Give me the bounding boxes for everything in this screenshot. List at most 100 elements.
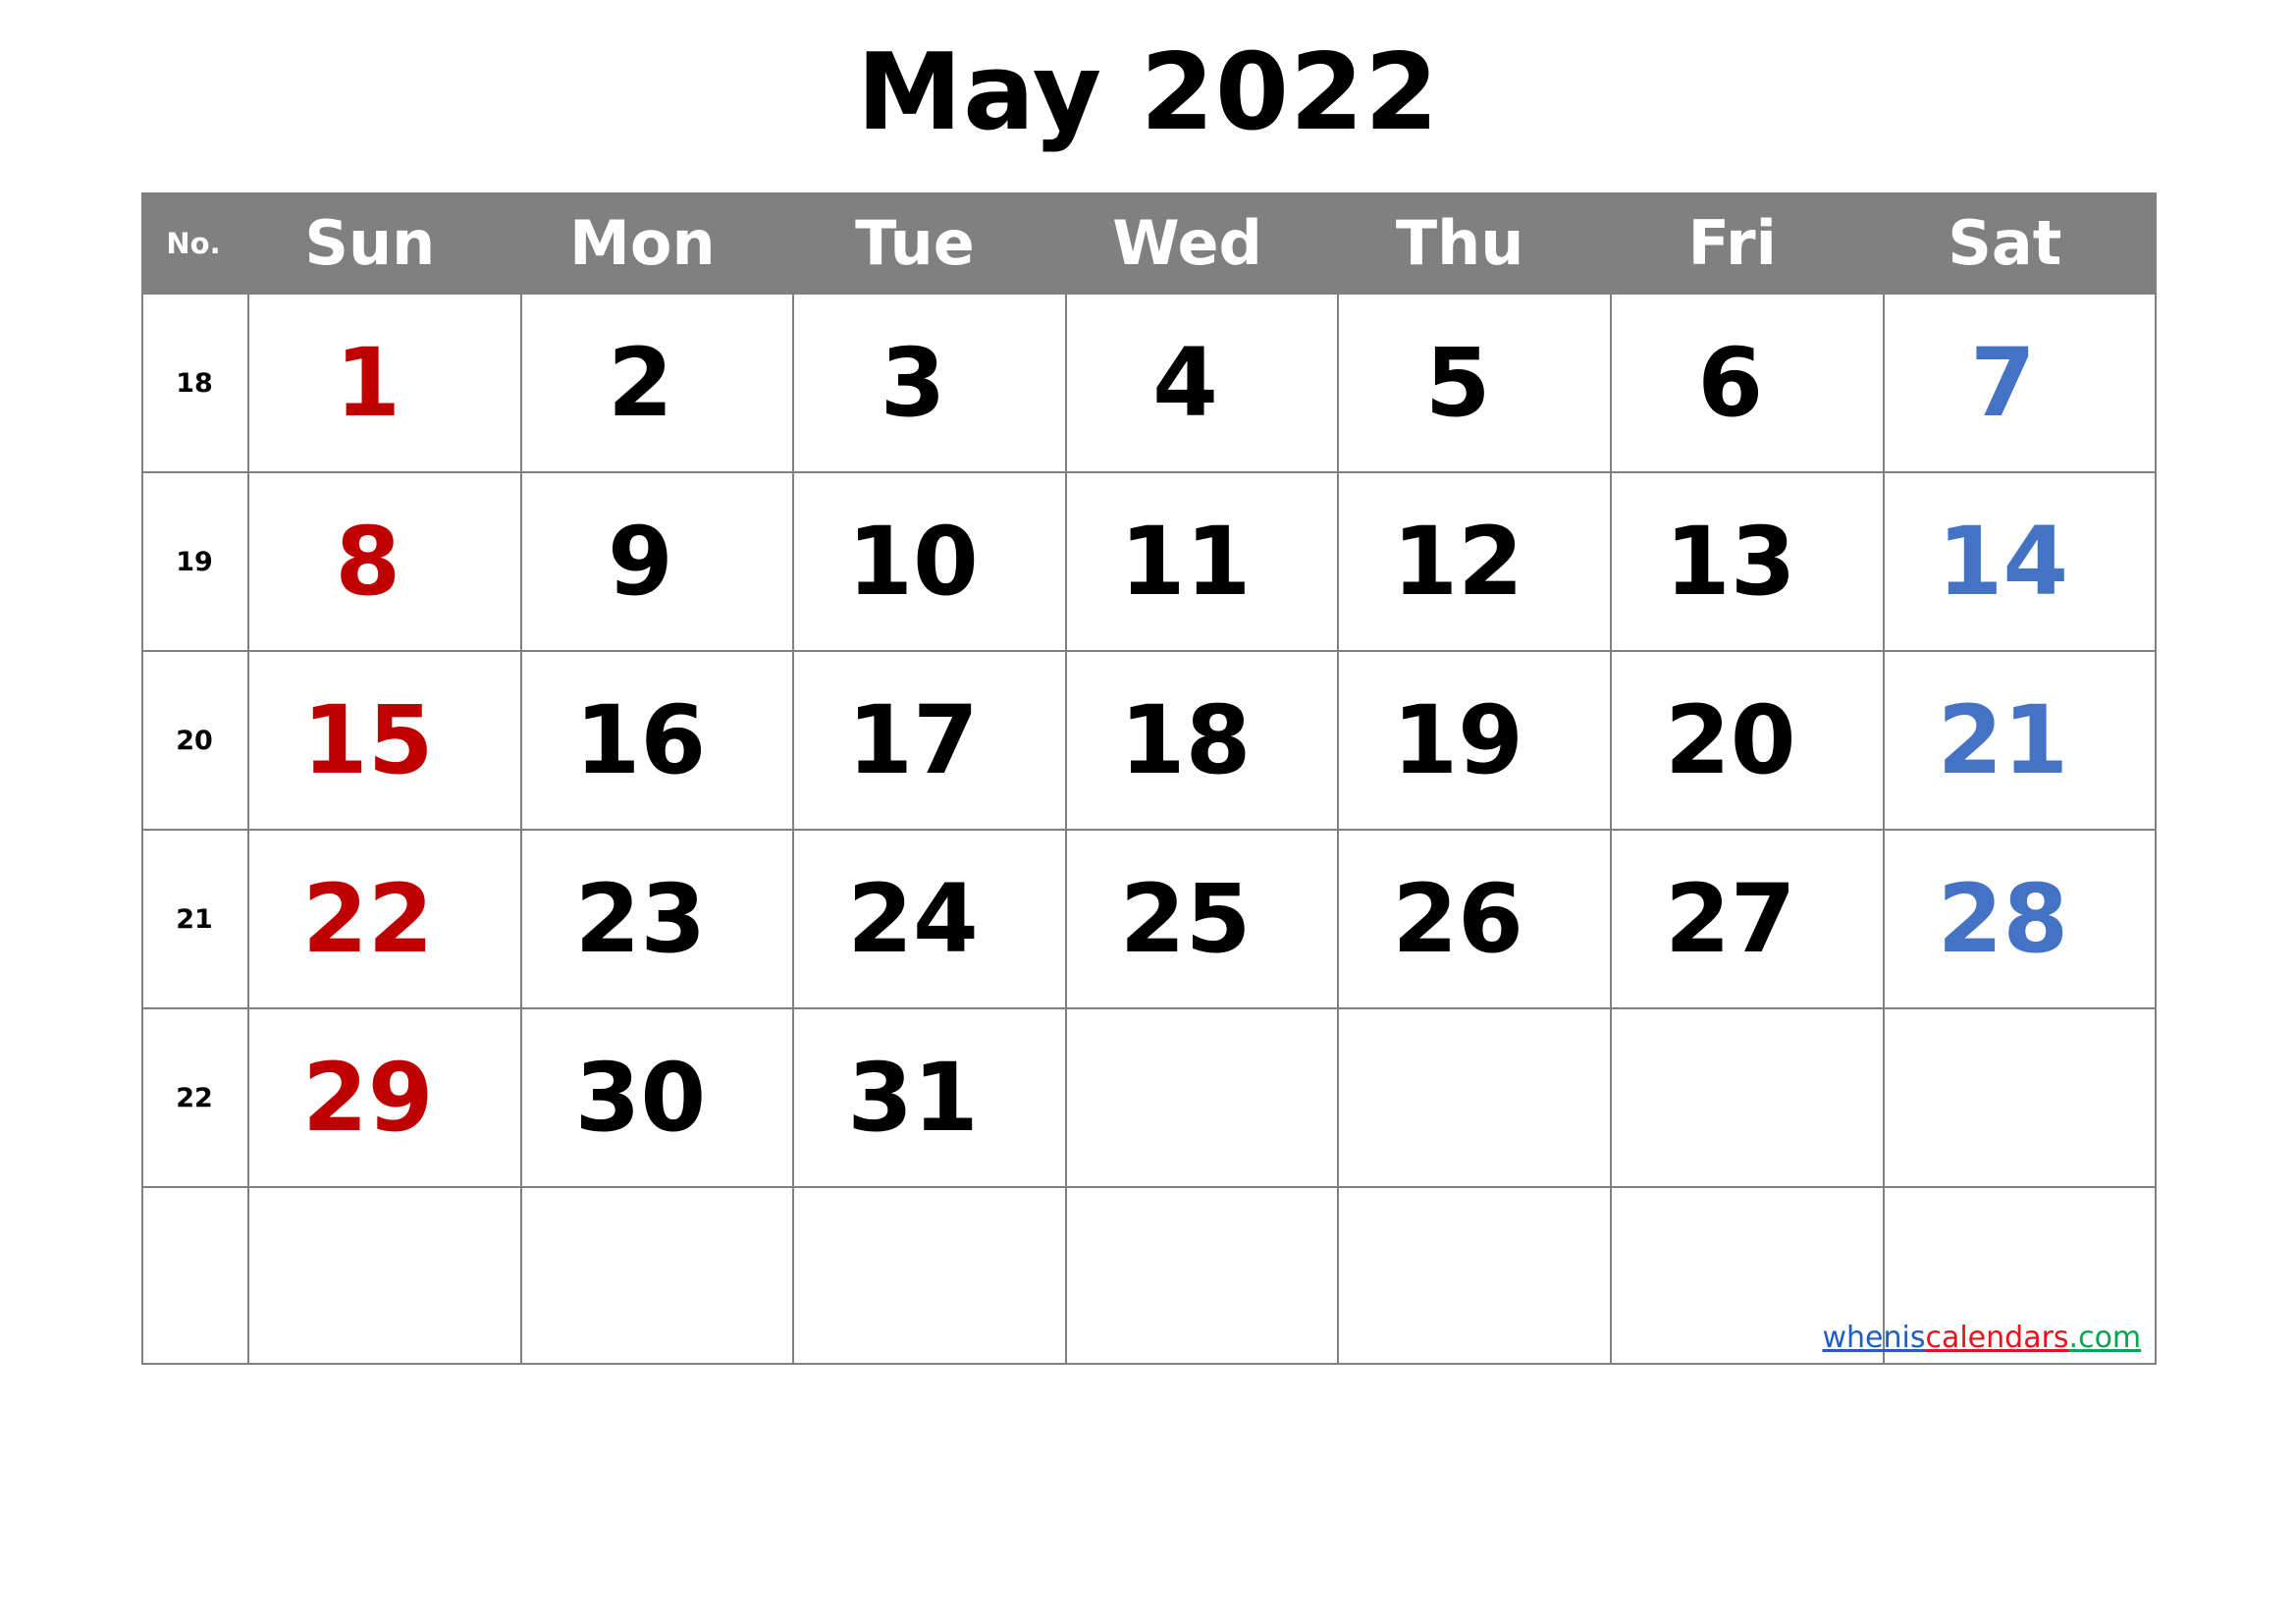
date-number: 20 (1664, 685, 1796, 795)
date-number: 30 (574, 1043, 707, 1153)
date-cell[interactable]: 17 (792, 650, 1067, 831)
date-cell[interactable]: 21 (1882, 650, 2158, 831)
date-cell[interactable]: 31 (792, 1007, 1067, 1188)
date-number: 31 (847, 1043, 979, 1153)
date-cell[interactable]: 8 (247, 471, 522, 652)
date-cell[interactable]: 25 (1064, 829, 1340, 1009)
date-cell[interactable]: 2 (519, 293, 795, 473)
date-number: 23 (574, 864, 707, 974)
date-cell[interactable]: 13 (1609, 471, 1885, 652)
date-cell[interactable]: 1 (247, 293, 522, 473)
date-cell[interactable]: 27 (1609, 829, 1885, 1009)
date-cell[interactable]: 6 (1609, 293, 1885, 473)
date-number: 17 (847, 685, 979, 795)
date-cell[interactable]: 10 (792, 471, 1067, 652)
week-number: 21 (176, 903, 213, 935)
date-cell[interactable] (1064, 1007, 1340, 1188)
date-number: 25 (1119, 864, 1252, 974)
date-cell[interactable]: 4 (1064, 293, 1340, 473)
week-row: 18 1 2 3 4 5 6 7 (141, 293, 2158, 473)
date-cell[interactable]: 26 (1337, 829, 1612, 1009)
week-number-cell: 22 (141, 1007, 249, 1188)
header-day-sun: Sun (247, 192, 522, 295)
week-row: 19 8 9 10 11 12 13 14 (141, 471, 2158, 652)
date-cell[interactable] (519, 1186, 795, 1365)
header-day-wed: Wed (1064, 192, 1340, 295)
header-day-label: Thu (1395, 207, 1524, 279)
date-cell[interactable]: 20 (1609, 650, 1885, 831)
calendar-header: No. Sun Mon Tue Wed Thu Fri Sat (141, 192, 2158, 295)
watermark-part-calendars: calendars (1925, 1321, 2069, 1355)
date-number: 14 (1937, 507, 2069, 617)
date-cell[interactable]: 23 (519, 829, 795, 1009)
week-number-cell: 20 (141, 650, 249, 831)
date-cell[interactable]: 28 (1882, 829, 2158, 1009)
date-number: 15 (302, 685, 434, 795)
date-number: 11 (1119, 507, 1252, 617)
date-cell[interactable]: 12 (1337, 471, 1612, 652)
date-number: 24 (847, 864, 979, 974)
date-cell[interactable]: 11 (1064, 471, 1340, 652)
date-number: 21 (1937, 685, 2069, 795)
watermark-part-whenis: whenis (1822, 1321, 1926, 1355)
week-number: 22 (176, 1082, 213, 1113)
date-number: 26 (1392, 864, 1523, 974)
date-number: 6 (1697, 328, 1764, 438)
date-number: 10 (847, 507, 979, 617)
watermark-link[interactable]: wheniscalendars.com (1822, 1322, 2141, 1355)
date-number: 12 (1392, 507, 1523, 617)
date-cell[interactable]: 29 (247, 1007, 522, 1188)
date-cell[interactable]: 14 (1882, 471, 2158, 652)
header-day-label: Sat (1948, 207, 2062, 279)
date-number: 18 (1119, 685, 1252, 795)
week-row: wheniscalendars.com (141, 1186, 2158, 1365)
date-number: 5 (1424, 328, 1491, 438)
week-number: 19 (176, 546, 213, 577)
date-cell-watermark[interactable]: wheniscalendars.com (1822, 1186, 2158, 1365)
date-number: 16 (574, 685, 707, 795)
date-number: 27 (1664, 864, 1796, 974)
date-cell[interactable]: 22 (247, 829, 522, 1009)
date-cell[interactable] (1609, 1007, 1885, 1188)
date-cell[interactable]: 24 (792, 829, 1067, 1009)
date-number: 4 (1152, 328, 1218, 438)
date-cell[interactable]: 16 (519, 650, 795, 831)
date-cell[interactable]: 9 (519, 471, 795, 652)
date-cell[interactable]: 15 (247, 650, 522, 831)
header-day-fri: Fri (1609, 192, 1885, 295)
week-number-cell (141, 1186, 249, 1365)
week-number: 20 (176, 725, 213, 756)
header-week-no: No. (141, 192, 249, 295)
date-cell[interactable] (1064, 1186, 1340, 1365)
date-number: 13 (1664, 507, 1796, 617)
date-number: 22 (302, 864, 434, 974)
date-cell[interactable]: 5 (1337, 293, 1612, 473)
date-cell[interactable] (792, 1186, 1067, 1365)
date-cell[interactable] (1882, 1007, 2158, 1188)
date-cell[interactable]: 18 (1064, 650, 1340, 831)
date-cell[interactable]: 19 (1337, 650, 1612, 831)
week-number-cell: 18 (141, 293, 249, 473)
calendar-body: 18 1 2 3 4 5 6 7 19 8 9 10 11 12 13 14 2… (141, 293, 2158, 1365)
date-number: 7 (1969, 328, 2036, 438)
date-cell[interactable]: 7 (1882, 293, 2158, 473)
calendar-page: May 2022 No. Sun Mon Tue Wed Thu Fri Sat… (0, 0, 2296, 1624)
date-cell[interactable]: 30 (519, 1007, 795, 1188)
calendar-grid: No. Sun Mon Tue Wed Thu Fri Sat 18 1 2 3… (141, 192, 2158, 1365)
week-row: 21 22 23 24 25 26 27 28 (141, 829, 2158, 1009)
date-cell[interactable] (247, 1186, 522, 1365)
date-number: 1 (335, 328, 401, 438)
date-cell[interactable] (1337, 1007, 1612, 1188)
date-cell[interactable] (1337, 1186, 1612, 1365)
date-number: 29 (302, 1043, 434, 1153)
header-day-label: Tue (855, 207, 975, 279)
date-number: 9 (607, 507, 673, 617)
header-day-label: Mon (569, 207, 716, 279)
header-week-no-label: No. (166, 227, 221, 260)
date-cell[interactable]: 3 (792, 293, 1067, 473)
date-number: 3 (880, 328, 946, 438)
header-day-label: Sun (304, 207, 436, 279)
date-number: 28 (1937, 864, 2069, 974)
week-row: 22 29 30 31 (141, 1007, 2158, 1188)
week-number: 18 (176, 367, 213, 399)
